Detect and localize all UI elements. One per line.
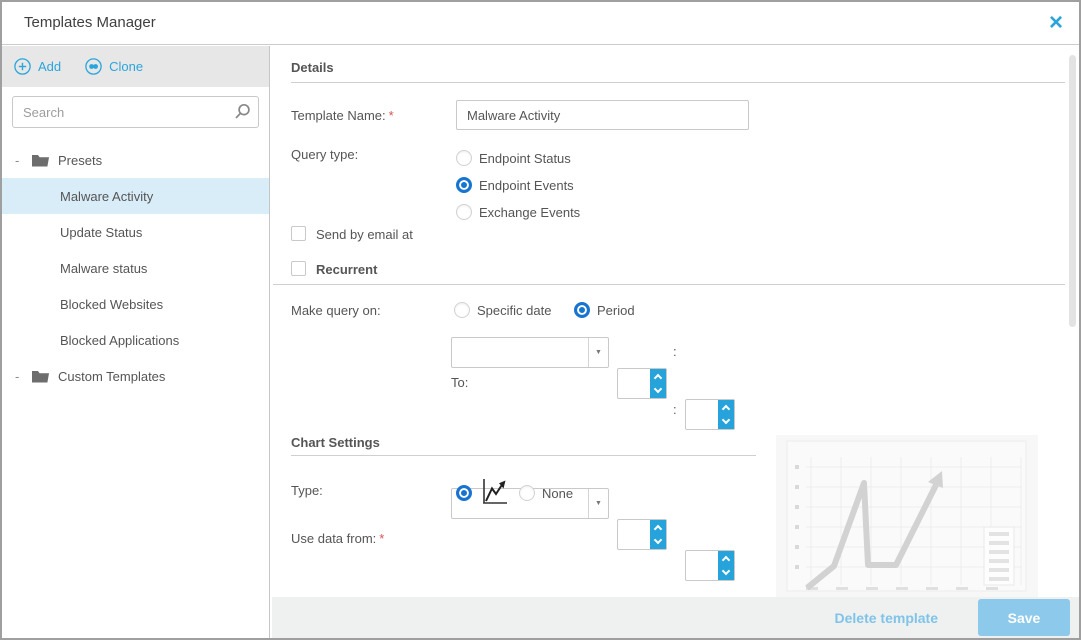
expander-icon[interactable]: - — [15, 153, 23, 168]
add-button-label: Add — [38, 59, 61, 74]
radio-period-label: Period — [597, 303, 635, 318]
close-icon[interactable]: × — [1049, 7, 1063, 38]
sidebar: Add Clone - — [2, 46, 270, 638]
query-type-label: Query type: — [291, 147, 358, 162]
save-button[interactable]: Save — [978, 599, 1070, 636]
tree-folder-label: Presets — [58, 153, 102, 168]
spinner-down-icon[interactable] — [722, 416, 730, 424]
line-chart-icon — [480, 477, 508, 507]
template-name-label: Template Name:* — [291, 108, 394, 123]
from-minute-stepper[interactable] — [685, 399, 735, 430]
to-minute-spinner-buttons[interactable] — [718, 551, 734, 580]
tree-item-blocked-websites[interactable]: Blocked Websites — [2, 286, 269, 322]
send-by-email-checkbox[interactable] — [291, 226, 306, 241]
radio-exchange-events-label: Exchange Events — [479, 205, 580, 220]
tree-folder-custom-templates[interactable]: - Custom Templates — [2, 358, 269, 394]
chart-settings-divider — [291, 455, 756, 456]
clone-button[interactable]: Clone — [85, 58, 143, 75]
chart-preview — [776, 435, 1038, 597]
add-button[interactable]: Add — [14, 58, 61, 75]
spinner-up-icon[interactable] — [654, 374, 662, 382]
search-icon — [233, 103, 251, 121]
clone-icon — [85, 58, 102, 75]
tree-item-label: Blocked Applications — [60, 333, 179, 348]
recurrent-label: Recurrent — [316, 262, 377, 277]
tree-item-malware-status[interactable]: Malware status — [2, 250, 269, 286]
details-heading: Details — [291, 60, 334, 75]
template-name-input[interactable] — [456, 100, 749, 130]
search-box — [12, 96, 259, 128]
template-tree: - Presets Malware Activity Update Status… — [2, 142, 269, 394]
from-hour-stepper[interactable] — [617, 368, 667, 399]
from-minute-spinner-buttons[interactable] — [718, 400, 734, 429]
vertical-scrollbar-thumb[interactable] — [1069, 55, 1076, 327]
time-colon: : — [673, 344, 677, 359]
make-query-on-label: Make query on: — [291, 303, 381, 318]
required-asterisk: * — [389, 108, 394, 123]
tree-item-label: Blocked Websites — [60, 297, 163, 312]
from-hour-spinner-buttons[interactable] — [650, 369, 666, 398]
radio-specific-date-label: Specific date — [477, 303, 551, 318]
tree-folder-presets[interactable]: - Presets — [2, 142, 269, 178]
chart-preview-graphic — [776, 435, 1038, 597]
to-label: To: — [451, 375, 468, 390]
tree-folder-label: Custom Templates — [58, 369, 165, 384]
delete-template-button[interactable]: Delete template — [835, 610, 938, 626]
dialog-header: Templates Manager × — [2, 2, 1079, 45]
radio-endpoint-events-label: Endpoint Events — [479, 178, 574, 193]
spinner-up-icon[interactable] — [722, 556, 730, 564]
dialog-footer: Delete template Save — [272, 597, 1079, 638]
sidebar-toolbar: Add Clone — [2, 46, 269, 87]
radio-endpoint-status-label: Endpoint Status — [479, 151, 571, 166]
to-date-dropdown-button[interactable]: ▼ — [588, 489, 608, 518]
radio-specific-date[interactable] — [454, 302, 470, 318]
radio-endpoint-status[interactable] — [456, 150, 472, 166]
radio-exchange-events[interactable] — [456, 204, 472, 220]
folder-icon — [32, 370, 49, 383]
radio-period[interactable] — [574, 302, 590, 318]
expander-icon[interactable]: - — [15, 369, 23, 384]
spinner-down-icon[interactable] — [654, 536, 662, 544]
tree-item-blocked-applications[interactable]: Blocked Applications — [2, 322, 269, 358]
spinner-up-icon[interactable] — [722, 405, 730, 413]
spinner-down-icon[interactable] — [722, 567, 730, 575]
tree-item-label: Malware Activity — [60, 189, 153, 204]
from-date-dropdown-button[interactable]: ▼ — [588, 338, 608, 367]
spinner-up-icon[interactable] — [654, 525, 662, 533]
recurrent-divider — [273, 284, 1065, 285]
chevron-down-icon: ▼ — [595, 349, 602, 356]
to-hour-spinner-buttons[interactable] — [650, 520, 666, 549]
send-by-email-label: Send by email at — [316, 227, 413, 242]
required-asterisk: * — [379, 531, 384, 546]
to-hour-stepper[interactable] — [617, 519, 667, 550]
plus-circle-icon — [14, 58, 31, 75]
chevron-down-icon: ▼ — [595, 500, 602, 507]
from-date-select[interactable]: ▼ — [451, 337, 609, 368]
radio-chart-type-line[interactable] — [456, 485, 472, 501]
tree-item-malware-activity[interactable]: Malware Activity — [2, 178, 269, 214]
to-minute-stepper[interactable] — [685, 550, 735, 581]
tree-item-update-status[interactable]: Update Status — [2, 214, 269, 250]
chart-type-label: Type: — [291, 483, 323, 498]
clone-button-label: Clone — [109, 59, 143, 74]
folder-icon — [32, 154, 49, 167]
radio-none-label: None — [542, 486, 573, 501]
radio-chart-type-none[interactable] — [519, 485, 535, 501]
chart-settings-heading: Chart Settings — [291, 435, 380, 450]
time-colon: : — [673, 402, 677, 417]
main-panel: Details Template Name:* Query type: Endp… — [271, 46, 1079, 638]
recurrent-checkbox[interactable] — [291, 261, 306, 276]
search-input[interactable] — [12, 96, 259, 128]
details-divider — [291, 82, 1065, 83]
spinner-down-icon[interactable] — [654, 385, 662, 393]
radio-endpoint-events[interactable] — [456, 177, 472, 193]
templates-manager-dialog: Templates Manager × Add Clone — [0, 0, 1081, 640]
tree-item-label: Malware status — [60, 261, 147, 276]
use-data-from-label: Use data from:* — [291, 531, 384, 546]
dialog-title: Templates Manager — [24, 14, 156, 31]
tree-item-label: Update Status — [60, 225, 142, 240]
